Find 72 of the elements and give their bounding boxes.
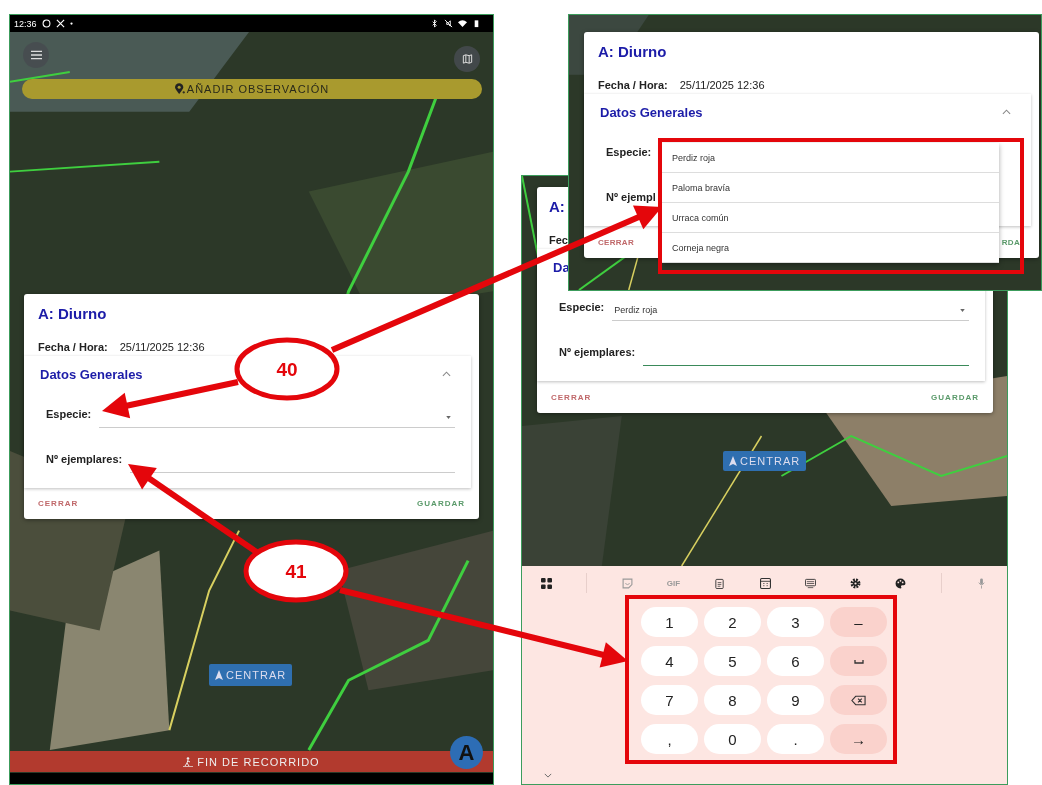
keyboard-key[interactable]: 7 — [641, 685, 698, 715]
callout-number: 41 — [285, 561, 307, 582]
card-title: A: Diurno — [37, 304, 108, 324]
add-observation-button[interactable]: AÑADIR OBSERVACIÓN — [22, 79, 482, 99]
field-label: Especie: — [559, 300, 605, 313]
keyboard-key[interactable]: 8 — [704, 685, 761, 715]
date-label: Fecha / Hora: — [598, 78, 668, 92]
navigation-arrow-icon — [729, 456, 737, 466]
save-button[interactable]: RDA — [1001, 237, 1020, 247]
dropdown-option[interactable]: Perdiz roja — [662, 143, 999, 173]
field-label: Nº ejemplares: — [46, 452, 123, 465]
close-button[interactable]: CERRAR — [598, 237, 635, 247]
chat-icon — [41, 19, 51, 28]
keyboard-icon[interactable] — [804, 577, 816, 589]
keyboard-key[interactable]: → — [830, 724, 887, 754]
date-label: Fec — [549, 233, 568, 247]
add-pin-icon — [174, 83, 185, 95]
section-title[interactable]: Datos Generales — [600, 104, 703, 120]
wifi-icon — [458, 19, 467, 28]
dropdown-option[interactable]: Urraca común — [662, 203, 999, 233]
keyboard-key[interactable]: , — [641, 724, 698, 754]
section-title[interactable]: Datos Generales — [40, 366, 143, 382]
menu-icon — [30, 50, 42, 60]
keyboard-key[interactable]: . — [767, 724, 824, 754]
calendar-icon[interactable] — [759, 577, 771, 589]
chevron-down-icon[interactable] — [544, 773, 552, 778]
date-value: 25/11/2025 12:36 — [679, 78, 765, 92]
keyboard-key[interactable]: 0 — [704, 724, 761, 754]
keyboard-key[interactable]: 5 — [704, 646, 761, 676]
keyboard-key[interactable]: – — [830, 607, 887, 637]
hiker-icon — [183, 756, 194, 767]
apps-icon[interactable] — [541, 577, 552, 589]
dot-icon — [69, 22, 73, 25]
bluetooth-icon — [430, 19, 439, 28]
center-button[interactable]: CENTRAR — [209, 664, 293, 686]
keyboard-key[interactable]: 1 — [641, 607, 698, 637]
center-button[interactable]: CENTRAR — [723, 451, 807, 471]
card-title: A: — [548, 197, 566, 217]
field-label: Especie: — [606, 145, 652, 158]
status-time: 12:36 — [14, 18, 37, 29]
chevron-icon[interactable] — [442, 371, 451, 377]
close-button[interactable]: CERRAR — [551, 392, 592, 402]
space-icon — [853, 658, 864, 664]
dropdown-option[interactable]: Corneja negra — [662, 233, 999, 263]
caret-icon — [446, 415, 451, 419]
battery-icon — [472, 19, 481, 28]
backspace-key[interactable] — [830, 685, 887, 715]
keyboard-key[interactable]: 9 — [767, 685, 824, 715]
chevron-icon[interactable] — [1002, 109, 1011, 115]
date-label: Fecha / Hora: — [38, 340, 108, 354]
palette-icon[interactable] — [895, 577, 907, 589]
card-title: A: Diurno — [597, 42, 668, 62]
field-label: Nº ejempl — [606, 190, 656, 203]
field-label: Especie: — [46, 407, 92, 420]
keyboard-key[interactable]: 4 — [641, 646, 698, 676]
close-button[interactable]: CERRAR — [38, 499, 79, 508]
mute-icon — [444, 19, 453, 28]
clipboard-icon[interactable] — [714, 577, 726, 589]
dropdown-option[interactable]: Paloma bravía — [662, 173, 999, 203]
date-value: 25/11/2025 12:36 — [119, 340, 205, 354]
field-label: Nº ejemplares: — [559, 345, 636, 358]
backspace-icon — [851, 694, 866, 706]
species-select[interactable]: Perdiz roja — [612, 300, 969, 321]
tools-icon — [55, 19, 65, 28]
settings-icon[interactable] — [850, 577, 862, 589]
keyboard-key[interactable]: 2 — [704, 607, 761, 637]
keyboard-key[interactable]: 6 — [767, 646, 824, 676]
map-icon — [461, 54, 473, 64]
keyboard-key[interactable]: 3 — [767, 607, 824, 637]
navigation-arrow-icon — [215, 670, 223, 680]
callout-number: 40 — [276, 359, 298, 380]
caret-icon — [960, 308, 965, 312]
